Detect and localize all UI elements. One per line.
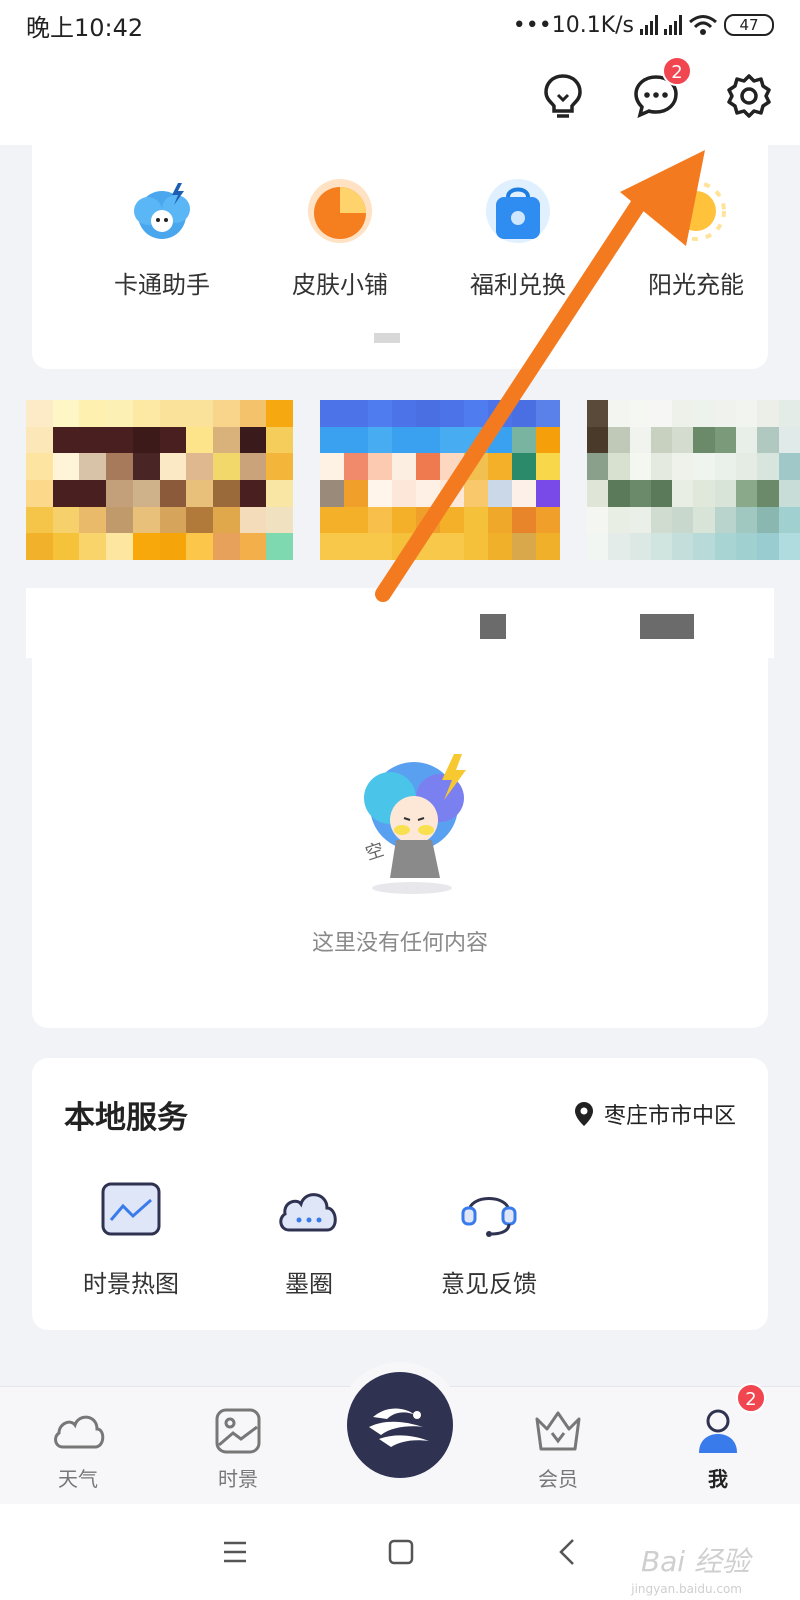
annotation-arrow-icon bbox=[375, 150, 705, 602]
